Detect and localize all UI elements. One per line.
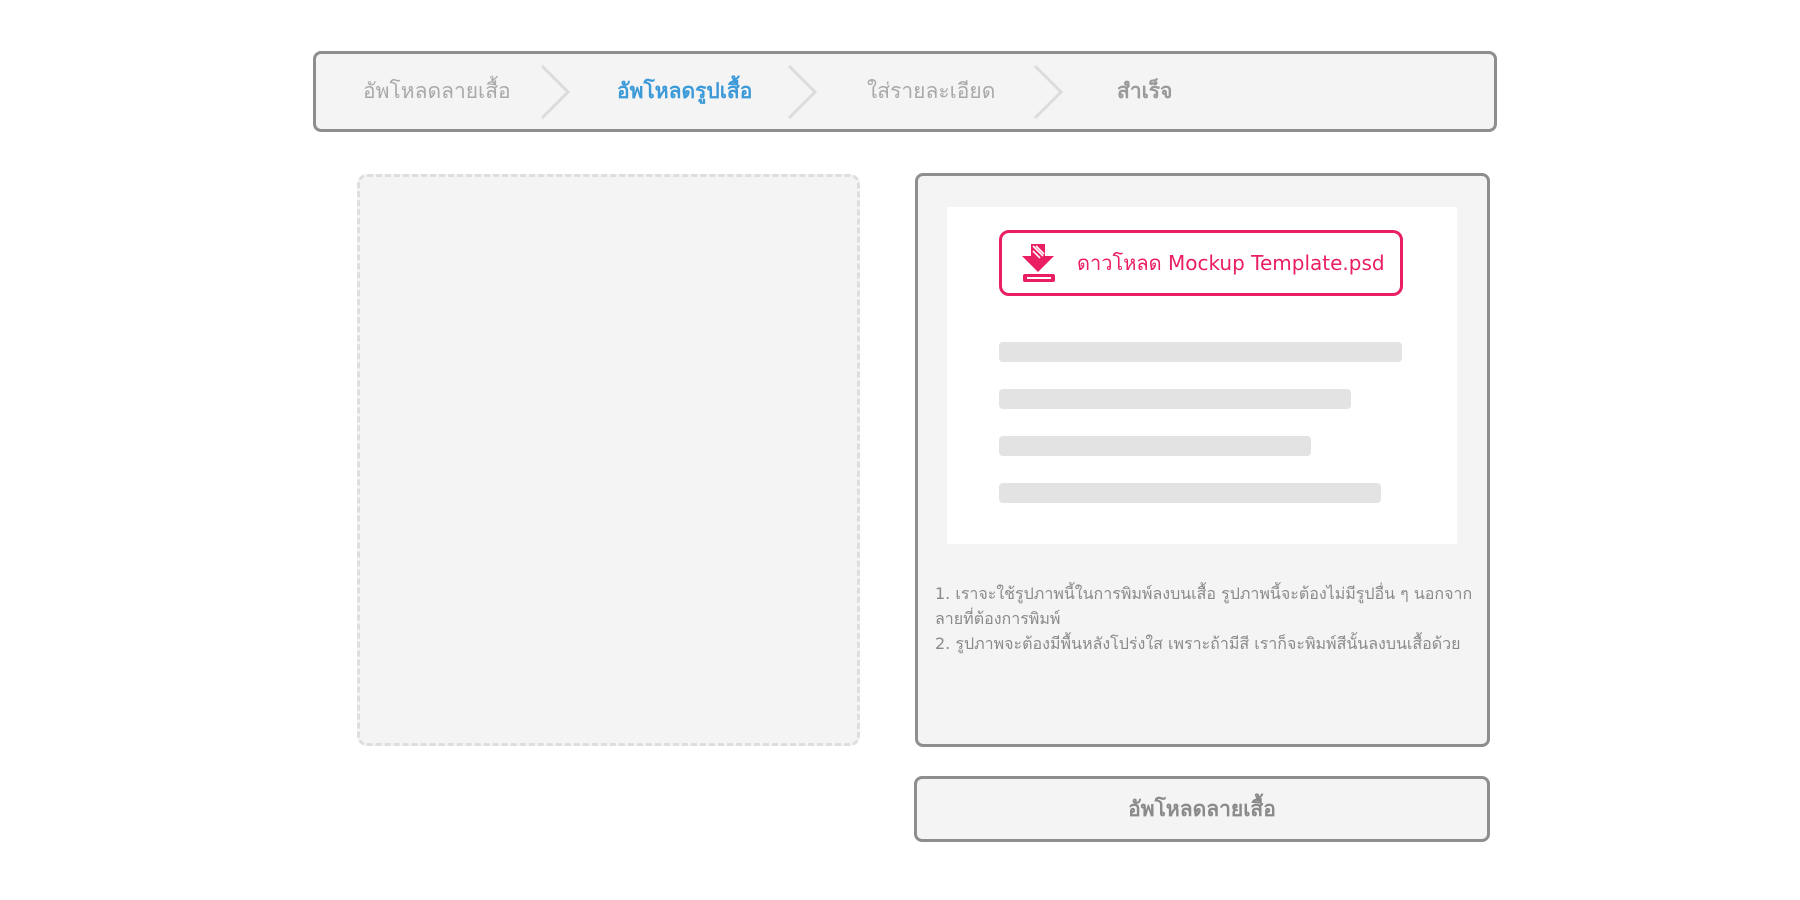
- chevron-right-icon: [1033, 64, 1064, 120]
- instruction-note: 1. เราจะใช้รูปภาพนี้ในการพิมพ์ลงบนเสื้อ …: [935, 584, 1473, 628]
- upload-design-button[interactable]: อัพโหลดลายเสื้อ: [914, 776, 1490, 842]
- text-placeholder-line: [999, 342, 1402, 362]
- instructions-card: ดาวโหลด Mockup Template.psd 1. เราจะใช้ร…: [915, 173, 1490, 747]
- step-upload-design[interactable]: อัพโหลดลายเสื้อ: [363, 54, 511, 129]
- download-template-button[interactable]: ดาวโหลด Mockup Template.psd: [999, 230, 1403, 296]
- text-placeholder-line: [999, 436, 1311, 456]
- chevron-right-icon: [540, 64, 571, 120]
- image-upload-dropzone[interactable]: [357, 174, 860, 746]
- step-enter-details[interactable]: ใส่รายละเอียด: [867, 54, 995, 129]
- step-complete[interactable]: สำเร็จ: [1117, 54, 1172, 129]
- instruction-note: 2. รูปภาพจะต้องมีพื้นหลังโปร่งใส เพราะถ้…: [935, 634, 1461, 653]
- progress-stepper: อัพโหลดลายเสื้อ อัพโหลดรูปเสื้อ ใส่รายละ…: [313, 51, 1497, 132]
- chevron-right-icon: [787, 64, 818, 120]
- upload-instructions: 1. เราจะใช้รูปภาพนี้ในการพิมพ์ลงบนเสื้อ …: [935, 581, 1475, 656]
- text-placeholder-line: [999, 483, 1381, 503]
- step-upload-shirt-photo[interactable]: อัพโหลดรูปเสื้อ: [617, 54, 752, 129]
- download-arrow-icon: [1022, 244, 1055, 282]
- download-template-label: ดาวโหลด Mockup Template.psd: [1077, 251, 1385, 275]
- text-placeholder-line: [999, 389, 1351, 409]
- template-preview: ดาวโหลด Mockup Template.psd: [947, 207, 1457, 544]
